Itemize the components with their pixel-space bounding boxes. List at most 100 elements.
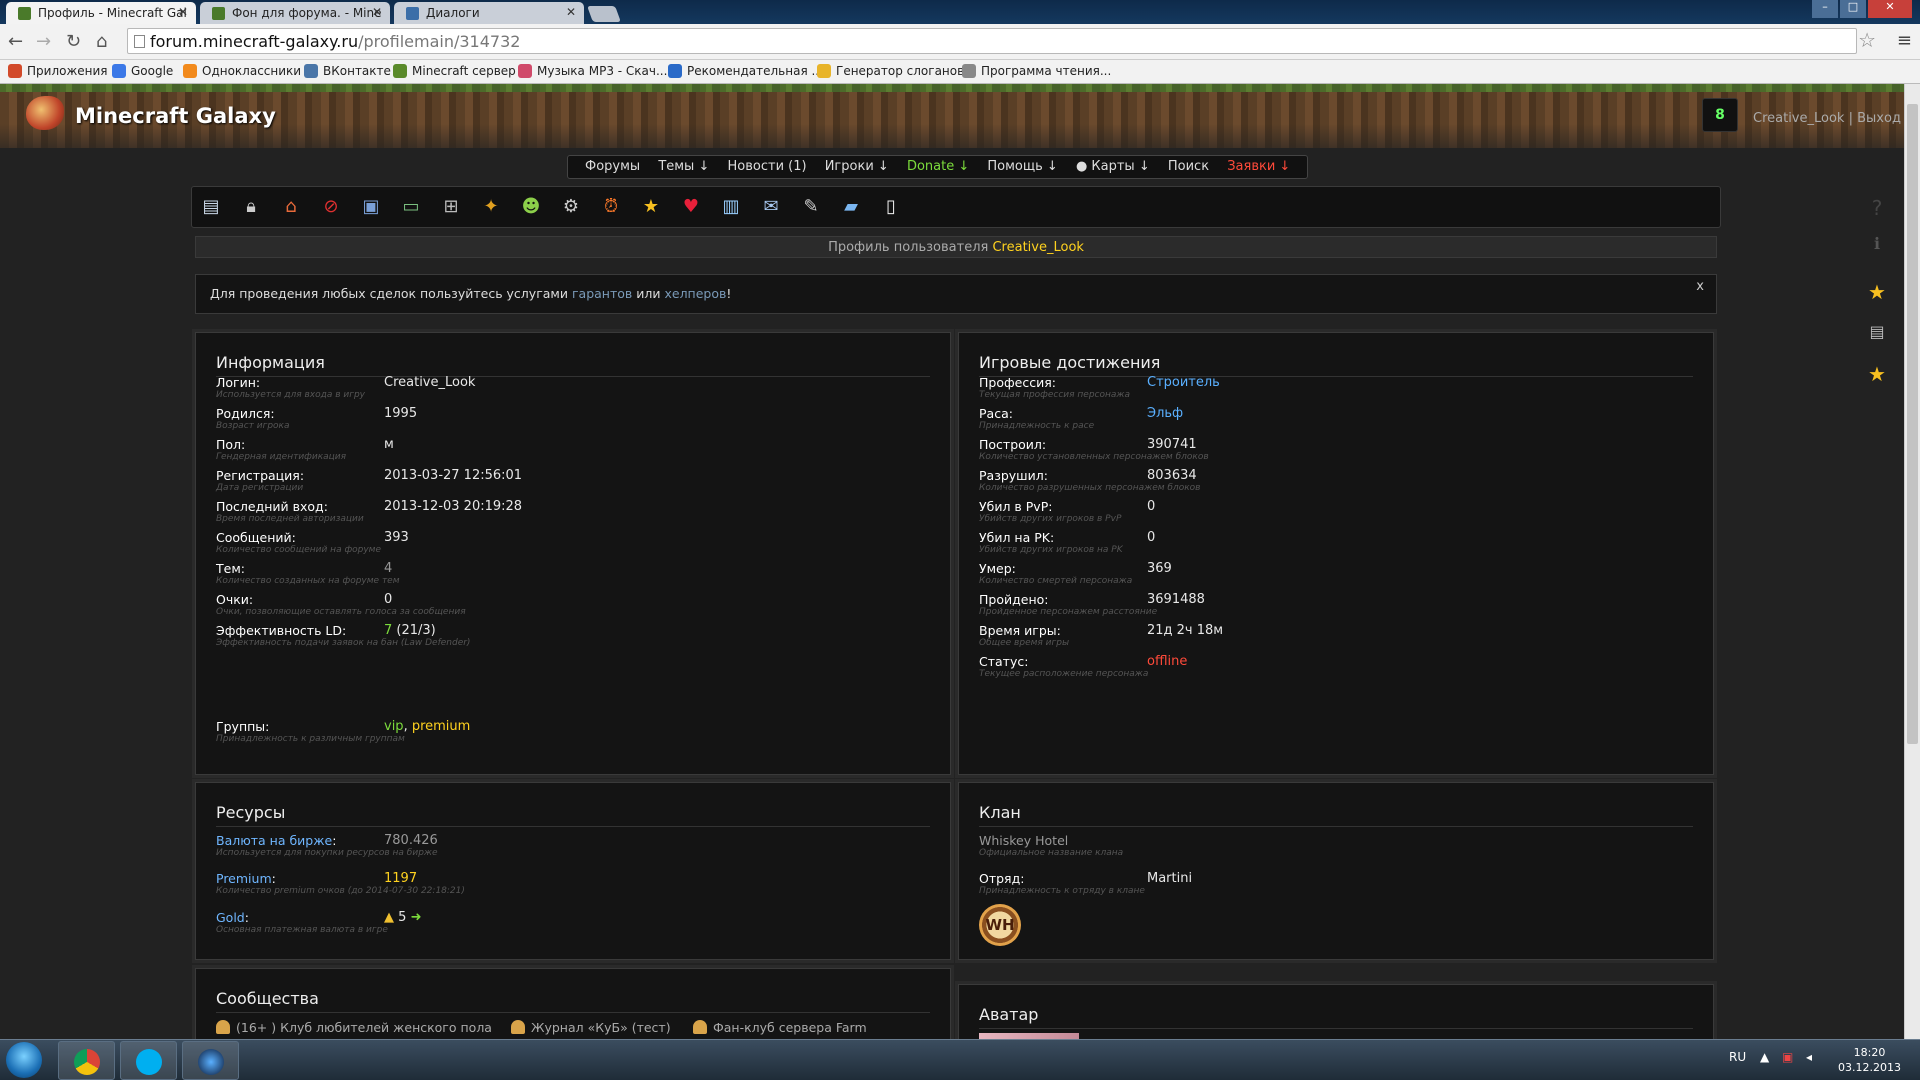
maximize-button[interactable]: □ bbox=[1840, 0, 1866, 18]
star-icon[interactable]: ★ bbox=[640, 196, 662, 218]
page-scrollbar[interactable] bbox=[1904, 84, 1920, 1039]
add-gold-icon[interactable]: ➜ bbox=[411, 910, 422, 925]
profile-username[interactable]: Creative_Look bbox=[992, 240, 1083, 255]
gear-icon[interactable]: ⚙︎ bbox=[560, 196, 582, 218]
community-item[interactable]: (16+ ) Клуб любителей женского пола bbox=[216, 1020, 492, 1035]
group-premium[interactable]: premium bbox=[412, 719, 471, 734]
scroll-thumb[interactable] bbox=[1907, 104, 1918, 744]
windows-taskbar: RU ▲ ▣ ◂ 18:20 03.12.2013 bbox=[0, 1039, 1920, 1080]
notification-badge[interactable]: 8 bbox=[1702, 98, 1738, 132]
bookmark-item[interactable]: Одноклассники bbox=[183, 64, 301, 78]
site-title[interactable]: Minecraft Galaxy bbox=[75, 104, 276, 128]
browser-menu-icon[interactable]: ≡ bbox=[1897, 30, 1912, 51]
cart-icon[interactable]: ⊞ bbox=[440, 196, 462, 218]
menu-maps[interactable]: ● Карты ↓ bbox=[1076, 159, 1150, 174]
community-item[interactable]: Журнал «КуБ» (тест) bbox=[511, 1020, 671, 1035]
language-indicator[interactable]: RU bbox=[1729, 1050, 1746, 1064]
menu-search[interactable]: Поиск bbox=[1168, 159, 1209, 174]
bookmark-item[interactable]: Приложения bbox=[8, 64, 108, 78]
bookmark-item[interactable]: Музыка MP3 - Скач... bbox=[518, 64, 667, 78]
close-alert-button[interactable]: x bbox=[1696, 279, 1704, 294]
odnoklassniki-icon bbox=[183, 64, 197, 78]
home-icon[interactable]: ⌂ bbox=[280, 196, 302, 218]
close-window-button[interactable]: ✕ bbox=[1868, 0, 1912, 18]
achievement-value: Строитель bbox=[1147, 375, 1220, 390]
menu-news[interactable]: Новости (1) bbox=[728, 159, 807, 174]
document-icon bbox=[962, 64, 976, 78]
user-icon[interactable]: ☻ bbox=[520, 196, 542, 218]
menu-help[interactable]: Помощь ↓ bbox=[987, 159, 1057, 174]
info-icon[interactable]: ℹ bbox=[1862, 234, 1892, 253]
achievements-panel: Игровые достижения Профессия: Текущая про… bbox=[958, 332, 1714, 775]
close-tab-icon[interactable]: ✕ bbox=[178, 5, 188, 19]
back-icon[interactable]: ← bbox=[8, 31, 23, 52]
edit-icon[interactable]: ✎ bbox=[800, 196, 822, 218]
bookmark-item[interactable]: Minecraft сервер bbox=[393, 64, 516, 78]
lock-icon[interactable]: 🔒︎ bbox=[240, 196, 262, 218]
taskbar-app[interactable] bbox=[182, 1041, 239, 1080]
chart-icon[interactable]: ▥ bbox=[720, 196, 742, 218]
menu-requests[interactable]: Заявки ↓ bbox=[1227, 159, 1290, 174]
premium-link[interactable]: Premium bbox=[216, 871, 272, 886]
volume-icon[interactable]: ◂ bbox=[1806, 1050, 1812, 1064]
clan-panel: Клан Whiskey Hotel Официальное название … bbox=[958, 782, 1714, 960]
profile-card-icon[interactable]: ▤ bbox=[200, 196, 222, 218]
clan-logo[interactable]: WH bbox=[979, 904, 1021, 946]
clock[interactable]: 18:20 03.12.2013 bbox=[1838, 1045, 1901, 1075]
gold-link[interactable]: Gold bbox=[216, 910, 245, 925]
network-icon[interactable]: ▣ bbox=[1782, 1050, 1793, 1064]
alarm-icon[interactable]: ⏰︎ bbox=[600, 196, 622, 218]
gallery-icon[interactable]: ▣ bbox=[360, 196, 382, 218]
menu-players[interactable]: Игроки ↓ bbox=[825, 159, 889, 174]
bookmark-item[interactable]: Генератор слоганов bbox=[817, 64, 964, 78]
bookmark-star-icon[interactable]: ☆ bbox=[1858, 28, 1876, 52]
notepad-icon[interactable]: ▯ bbox=[880, 196, 902, 218]
medal-icon[interactable]: ✦ bbox=[480, 196, 502, 218]
bookmark-item[interactable]: Google bbox=[112, 64, 173, 78]
bookmark-item[interactable]: Рекомендательная ... bbox=[668, 64, 823, 78]
folder-icon[interactable]: ▰ bbox=[840, 196, 862, 218]
new-tab-button[interactable] bbox=[587, 6, 621, 22]
mail-icon[interactable]: ✉ bbox=[760, 196, 782, 218]
clan-name[interactable]: Whiskey Hotel bbox=[979, 833, 1068, 848]
chrome-icon bbox=[74, 1049, 100, 1075]
heart-icon[interactable]: ♥ bbox=[680, 196, 702, 218]
ban-icon[interactable]: ⊘ bbox=[320, 196, 342, 218]
menu-topics[interactable]: Темы ↓ bbox=[658, 159, 709, 174]
minimize-button[interactable]: – bbox=[1812, 0, 1838, 18]
menu-donate[interactable]: Donate ↓ bbox=[907, 159, 969, 174]
address-bar[interactable]: forum.minecraft-galaxy.ru/profilemain/31… bbox=[127, 28, 1857, 54]
logout-link[interactable]: Выход bbox=[1857, 111, 1901, 126]
close-tab-icon[interactable]: ✕ bbox=[566, 5, 576, 19]
tab-forum-bg[interactable]: Фон для форума. - Mine ✕ bbox=[200, 2, 390, 24]
guarantors-link[interactable]: гарантов bbox=[572, 286, 632, 301]
close-tab-icon[interactable]: ✕ bbox=[372, 5, 382, 19]
reload-icon[interactable]: ↻ bbox=[66, 31, 81, 52]
home-icon[interactable]: ⌂ bbox=[96, 31, 107, 52]
forward-icon[interactable]: → bbox=[36, 31, 51, 52]
exchange-currency-link[interactable]: Валюта на бирже bbox=[216, 833, 332, 848]
tray-arrow-icon[interactable]: ▲ bbox=[1760, 1050, 1769, 1064]
menu-forums[interactable]: Форумы bbox=[585, 159, 640, 174]
group-vip[interactable]: vip bbox=[384, 719, 404, 734]
bookmark-item[interactable]: Программа чтения... bbox=[962, 64, 1111, 78]
helpers-link[interactable]: хелперов bbox=[664, 286, 726, 301]
site-logo-icon[interactable] bbox=[26, 96, 64, 130]
tab-dialogs[interactable]: Диалоги ✕ bbox=[394, 2, 584, 24]
bookmark-item[interactable]: ВКонтакте bbox=[304, 64, 391, 78]
favorite-star-icon[interactable]: ★ bbox=[1862, 280, 1892, 304]
rating-star-icon[interactable]: ★ bbox=[1862, 362, 1892, 386]
gold-coins-icon: ▲ bbox=[384, 910, 394, 925]
monitor-icon[interactable]: ▭ bbox=[400, 196, 422, 218]
start-button[interactable] bbox=[6, 1042, 42, 1078]
vk-icon bbox=[304, 64, 318, 78]
username-link[interactable]: Creative_Look bbox=[1753, 111, 1844, 126]
achievement-value: Эльф bbox=[1147, 406, 1184, 421]
info-value: 2013-03-27 12:56:01 bbox=[384, 468, 523, 483]
help-icon[interactable]: ? bbox=[1862, 196, 1892, 220]
tab-profile[interactable]: Профиль - Minecraft Gal ✕ bbox=[6, 2, 196, 24]
taskbar-chrome[interactable] bbox=[58, 1041, 115, 1080]
community-item[interactable]: Фан-клуб сервера Farm bbox=[693, 1020, 867, 1035]
messages-icon[interactable]: ▤ bbox=[1862, 322, 1892, 341]
taskbar-skype[interactable] bbox=[120, 1041, 177, 1080]
